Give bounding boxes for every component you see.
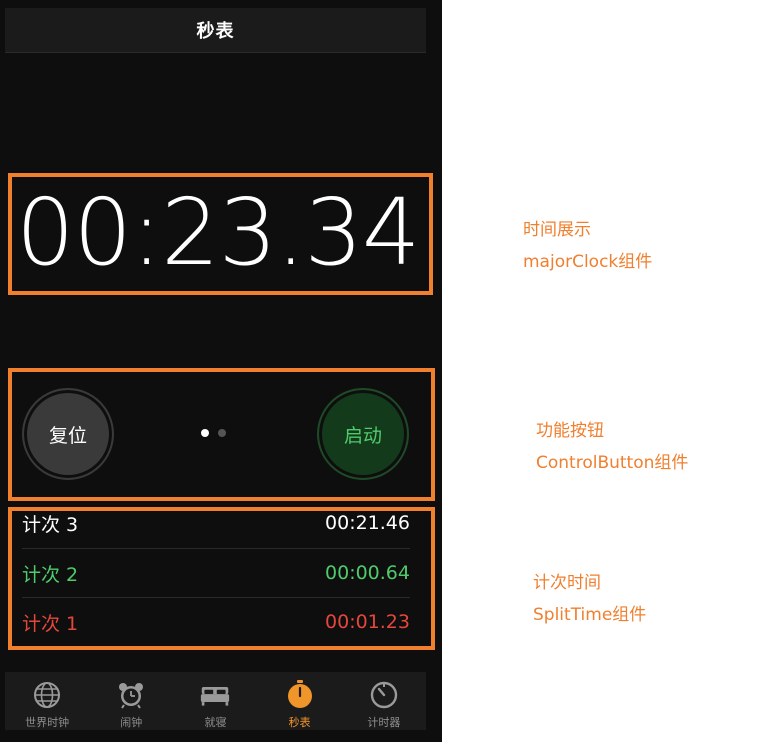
bed-icon bbox=[201, 687, 230, 706]
nav-header: 秒表 bbox=[5, 8, 426, 53]
tab-alarm[interactable]: 闹钟 bbox=[91, 672, 171, 730]
annotation-component: majorClock组件 bbox=[523, 252, 653, 272]
annotation-title: 时间展示 bbox=[523, 220, 591, 240]
annotation-title: 计次时间 bbox=[533, 573, 601, 593]
annotation-component: ControlButton组件 bbox=[536, 453, 689, 473]
stopwatch-icon bbox=[287, 680, 312, 708]
splits-highlight-box bbox=[8, 507, 435, 650]
annotation-splits: 计次时间 SplitTime组件 bbox=[533, 567, 646, 631]
tab-bar: 世界时钟 闹钟 就寝 秒表 计时器 bbox=[5, 672, 426, 730]
tab-label: 秒表 bbox=[288, 716, 311, 729]
annotation-controls: 功能按钮 ControlButton组件 bbox=[536, 415, 688, 479]
annotation-clock: 时间展示 majorClock组件 bbox=[523, 214, 652, 278]
tab-stopwatch[interactable]: 秒表 bbox=[260, 672, 340, 730]
annotation-title: 功能按钮 bbox=[536, 421, 604, 441]
tab-label: 世界时钟 bbox=[25, 716, 70, 729]
annotation-component: SplitTime组件 bbox=[533, 605, 647, 625]
page-title: 秒表 bbox=[196, 21, 235, 42]
tab-label: 就寝 bbox=[204, 716, 227, 729]
alarm-clock-icon bbox=[119, 683, 144, 709]
globe-icon bbox=[34, 682, 61, 708]
tab-label: 计时器 bbox=[367, 716, 401, 729]
controls-highlight-box bbox=[8, 368, 435, 501]
tab-label: 闹钟 bbox=[120, 716, 143, 729]
timer-icon bbox=[370, 681, 398, 709]
clock-highlight-box bbox=[8, 173, 433, 295]
tab-world-clock[interactable]: 世界时钟 bbox=[7, 672, 87, 730]
tab-timer[interactable]: 计时器 bbox=[344, 672, 424, 730]
tab-bedtime[interactable]: 就寝 bbox=[175, 672, 255, 730]
